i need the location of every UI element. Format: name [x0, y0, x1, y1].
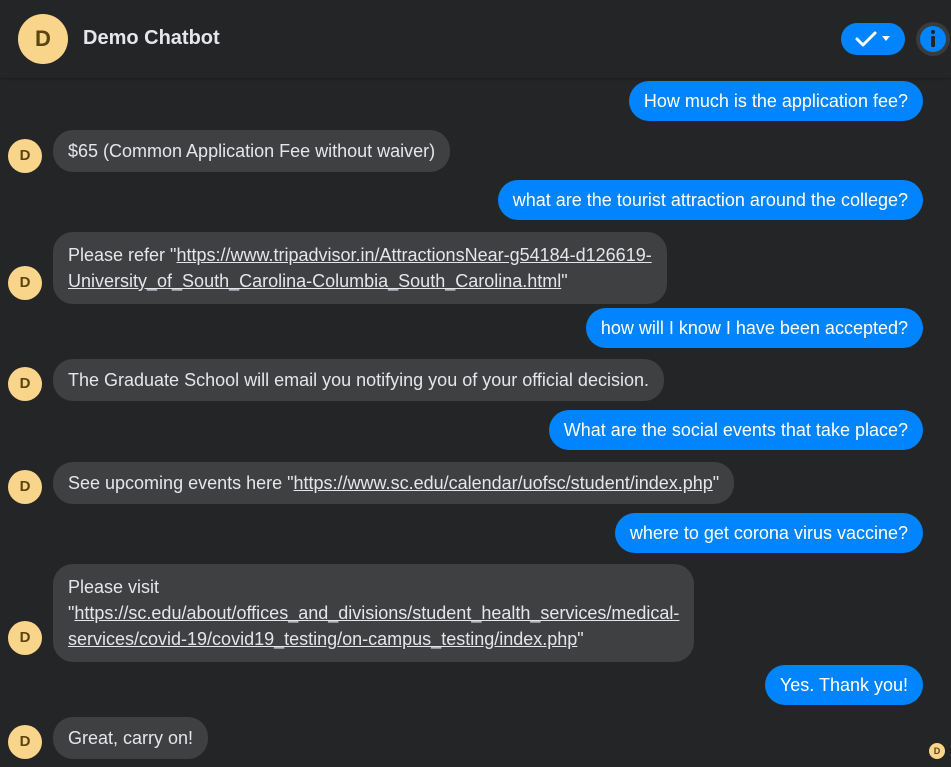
user-message: what are the tourist attraction around t… — [497, 180, 923, 220]
bot-mini-avatar: D — [8, 266, 42, 300]
events-calendar-link[interactable]: https://www.sc.edu/calendar/uofsc/studen… — [294, 473, 713, 493]
chat-header: D Demo Chatbot — [0, 0, 951, 78]
health-services-link-continued[interactable]: services/covid-19/covid19_testing/on-cam… — [68, 629, 577, 649]
chevron-down-icon — [882, 36, 890, 41]
bot-message: See upcoming events here "https://www.sc… — [53, 462, 735, 504]
bot-mini-avatar: D — [8, 470, 42, 504]
bot-avatar[interactable]: D — [18, 14, 68, 64]
tripadvisor-link[interactable]: https://www.tripadvisor.in/AttractionsNe… — [176, 245, 651, 265]
bot-message: $65 (Common Application Fee without waiv… — [53, 130, 451, 172]
user-message: where to get corona virus vaccine? — [614, 513, 923, 553]
message-text: Please refer " — [68, 245, 177, 265]
user-message: How much is the application fee? — [628, 81, 923, 121]
bot-message: The Graduate School will email you notif… — [53, 359, 664, 401]
bot-mini-avatar: D — [8, 367, 42, 401]
message-text: " — [712, 473, 720, 493]
message-text: " — [577, 629, 584, 649]
bot-message: Great, carry on! — [53, 717, 209, 759]
chat-title: Demo Chatbot — [83, 27, 220, 49]
message-list[interactable]: How much is the application fee? D $65 (… — [0, 78, 951, 767]
bot-message: Please refer "https://www.tripadvisor.in… — [53, 232, 667, 304]
bot-mini-avatar: D — [8, 725, 42, 759]
tripadvisor-link-continued[interactable]: University_of_South_Carolina-Columbia_So… — [68, 271, 561, 291]
message-text: See upcoming events here " — [68, 473, 294, 493]
bot-mini-avatar: D — [8, 139, 42, 173]
status-dropdown-button[interactable] — [841, 23, 905, 55]
message-text: " — [561, 271, 568, 291]
checkmark-icon — [855, 31, 877, 47]
user-message: how will I know I have been accepted? — [585, 308, 923, 348]
bot-mini-avatar: D — [8, 621, 42, 655]
message-text: Please visit — [68, 577, 160, 597]
user-message: What are the social events that take pla… — [548, 410, 923, 450]
bot-message: Please visit " https://sc.edu/about/offic… — [53, 564, 695, 662]
chat-window: D Demo Chatbot How much is the applicati… — [0, 0, 951, 767]
info-button[interactable] — [915, 21, 951, 57]
info-icon — [916, 22, 950, 56]
read-receipt-avatar: D — [929, 743, 945, 759]
health-services-link[interactable]: https://sc.edu/about/offices_and_divisio… — [74, 603, 679, 623]
user-message: Yes. Thank you! — [764, 665, 923, 705]
